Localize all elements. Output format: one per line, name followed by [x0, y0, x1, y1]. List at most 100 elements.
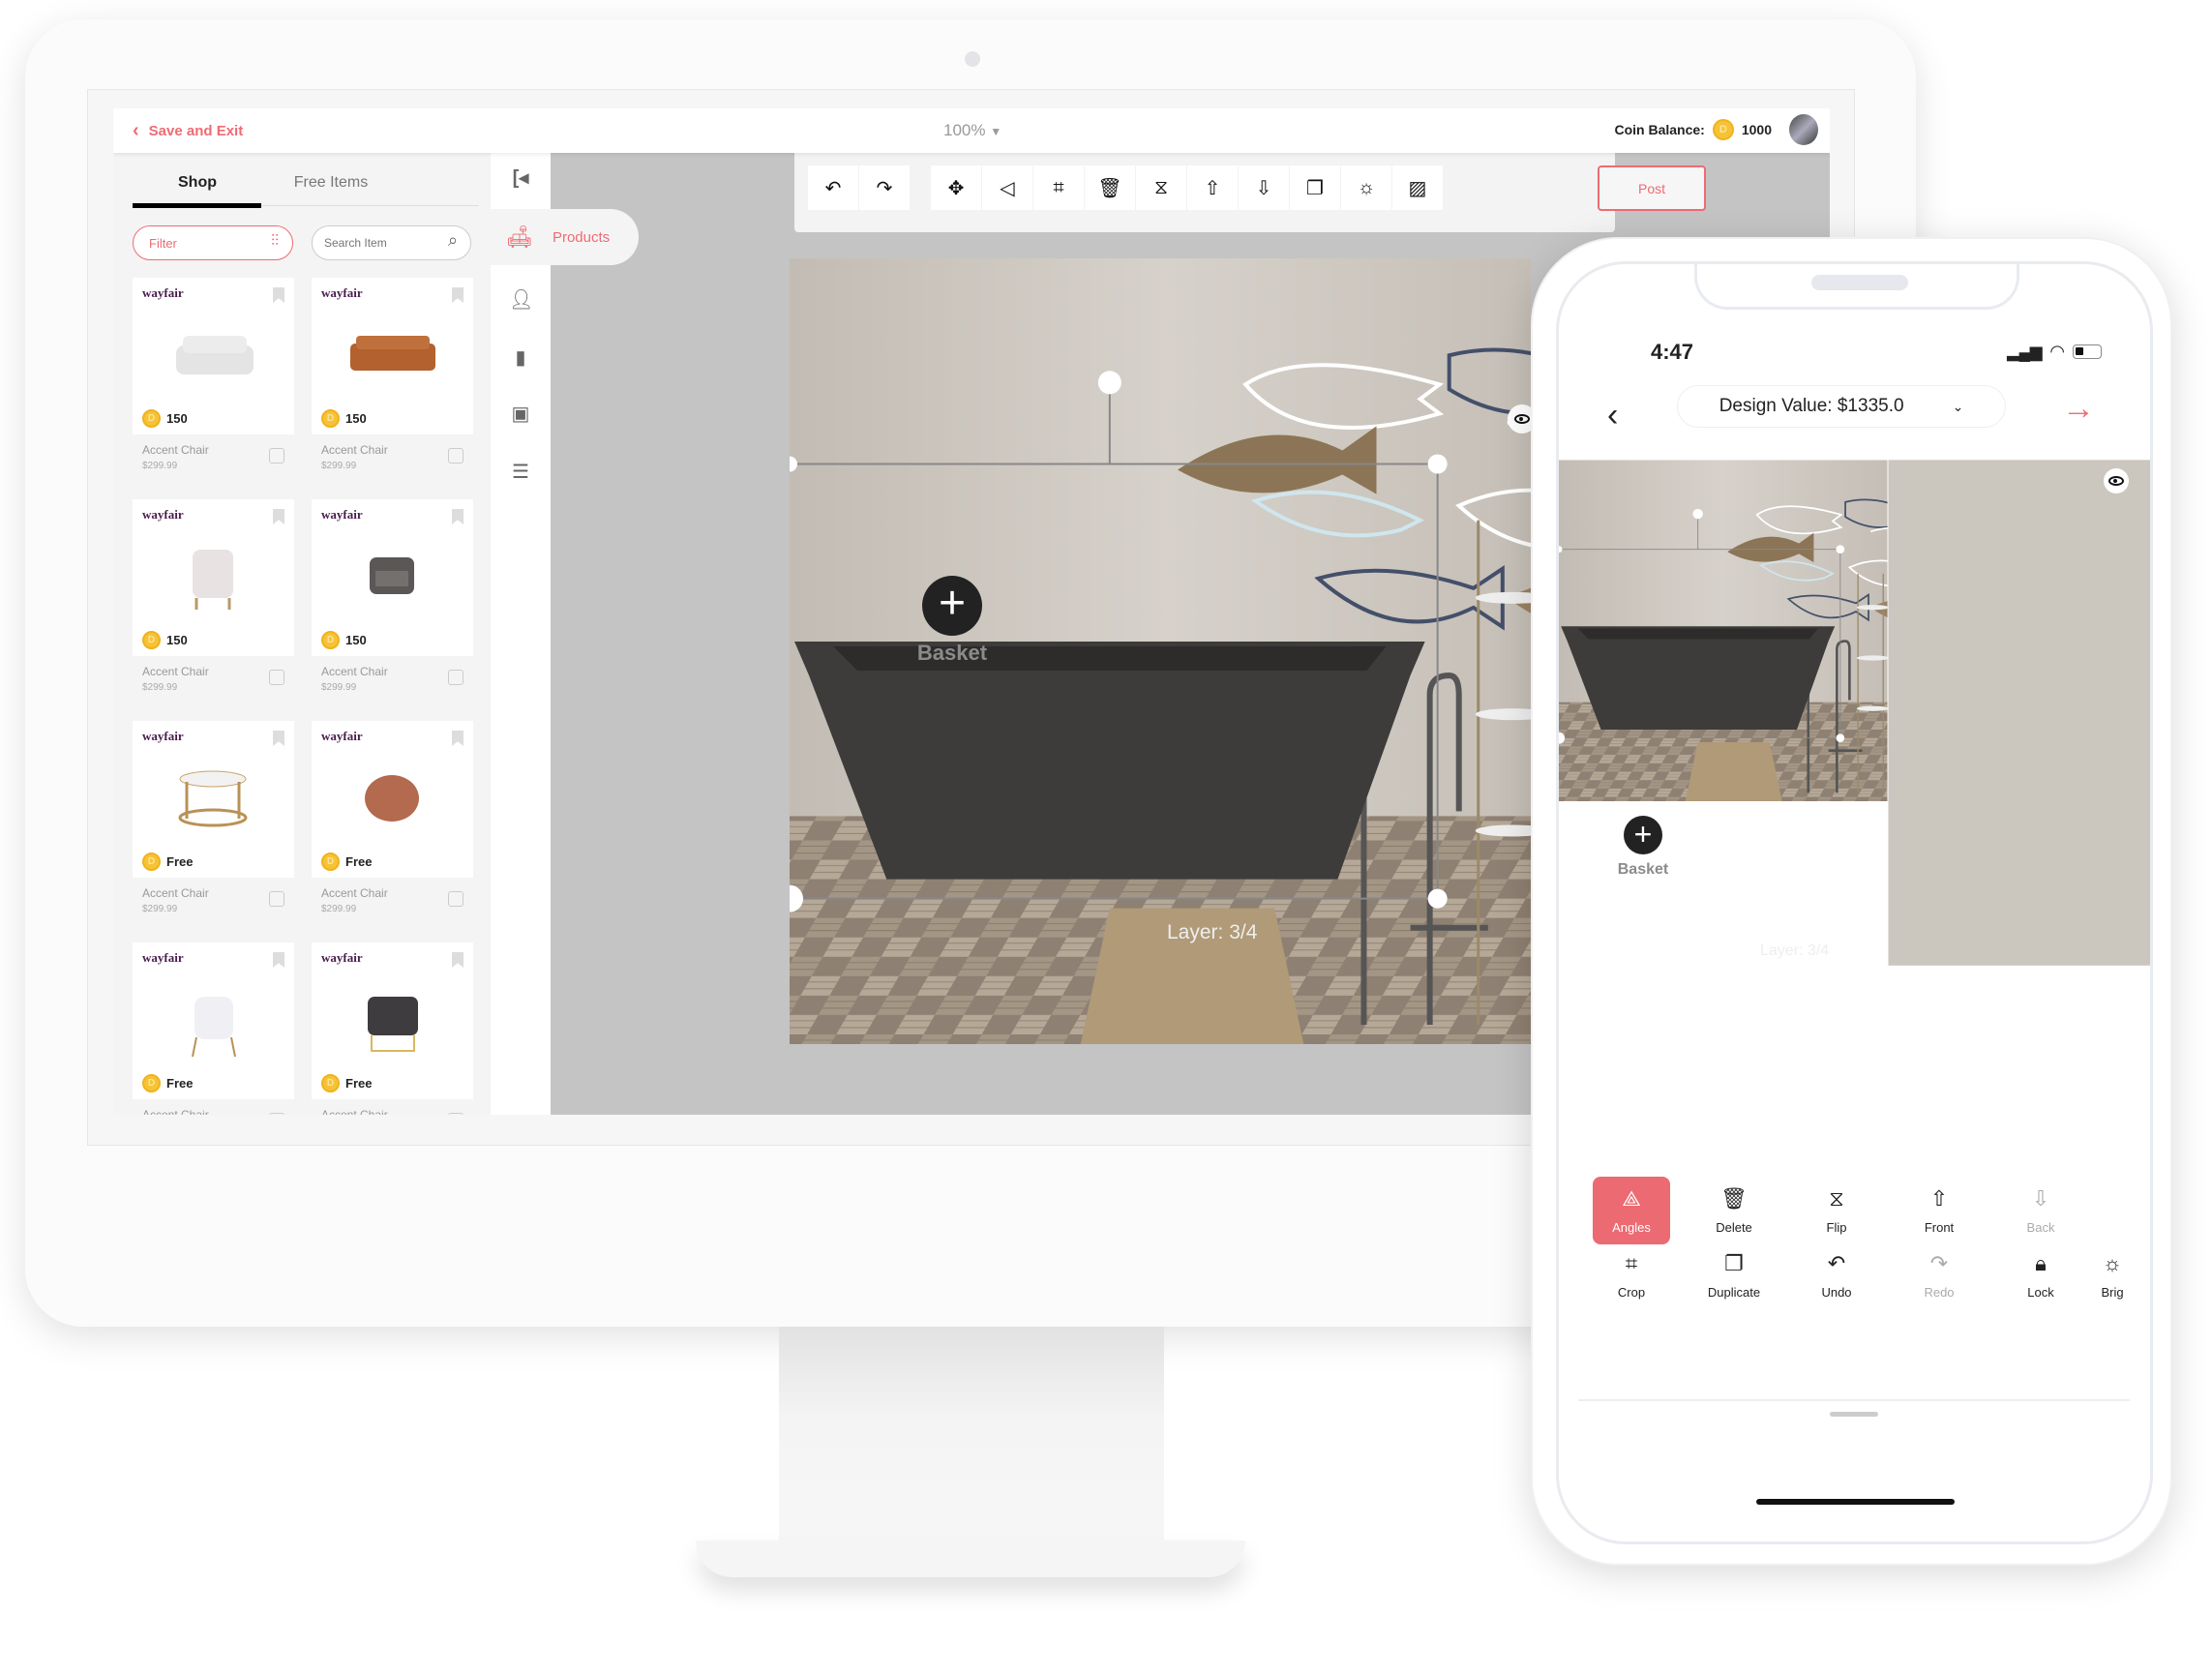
tool-undo[interactable]: ↶ Undo — [1798, 1241, 1875, 1309]
product-name: Accent Chair — [321, 1108, 388, 1115]
layers-icon[interactable]: ☰ — [509, 461, 532, 484]
coin-icon: D — [142, 852, 161, 871]
product-price: $299.99 — [321, 461, 357, 471]
tool-front[interactable]: ⇧ Front — [1900, 1177, 1978, 1244]
product-card[interactable]: wayfair D 150 Accent Chair $299.99 — [133, 499, 294, 703]
add-hotspot-icon[interactable]: + — [922, 576, 982, 636]
bookmark-icon[interactable] — [452, 287, 463, 303]
external-link-icon[interactable] — [269, 891, 284, 907]
product-card[interactable]: wayfair D 150 Accent Chair $299.99 — [312, 499, 473, 703]
design-value-label: Design Value: $1335.0 — [1719, 396, 1904, 416]
armchair-icon: 🛋︎ — [506, 224, 533, 249]
bookmark-icon[interactable] — [273, 509, 284, 524]
product-card[interactable]: wayfair D 150 Accent Chair $299.99 — [312, 278, 473, 482]
collapse-panel-icon[interactable]: [◂ — [509, 166, 532, 190]
external-link-icon[interactable] — [448, 670, 463, 685]
phone-design-canvas[interactable]: + Basket Layer: 3/4 — [1559, 438, 2150, 1032]
redo-icon[interactable]: ↷ — [859, 165, 911, 210]
status-time: 4:47 — [1651, 340, 1694, 364]
coin-price: 150 — [345, 411, 367, 426]
product-card[interactable]: wayfair D Free Accent Chair $299.99 — [133, 721, 294, 925]
phone-eye-icon[interactable] — [2104, 468, 2129, 494]
bring-front-icon[interactable]: ⇧ — [1187, 165, 1239, 210]
phone-add-hotspot-icon[interactable]: + — [1624, 816, 1662, 854]
history-group: ↶ ↷ — [808, 165, 911, 210]
tool-lock[interactable]: 🔒︎ Lock — [2002, 1241, 2079, 1309]
post-button[interactable]: Post — [1598, 165, 1706, 211]
tool-label: Duplicate — [1707, 1284, 1761, 1300]
external-link-icon[interactable] — [269, 670, 284, 685]
drawer-handle[interactable] — [1830, 1412, 1878, 1417]
tool-redo[interactable]: ↷ Redo — [1900, 1241, 1978, 1309]
back-chevron-icon[interactable]: ‹ — [1607, 397, 1618, 434]
sliders-icon: ⫶⫶ — [270, 233, 279, 250]
bookmark-icon[interactable]: ▮ — [509, 346, 532, 370]
magic-wand-icon[interactable]: ▣ — [509, 403, 532, 426]
tool-brig[interactable]: ☼ Brig — [2083, 1241, 2141, 1309]
person-icon[interactable]: 👤︎ — [509, 288, 533, 312]
bookmark-icon[interactable] — [452, 509, 463, 524]
sidebar-item-products[interactable]: 🛋︎ Products — [491, 209, 639, 265]
coin-price: 150 — [345, 633, 367, 647]
save-and-exit-button[interactable]: ‹ Save and Exit — [133, 120, 243, 142]
flip-icon[interactable]: ⧖ — [1136, 165, 1187, 210]
product-card[interactable]: wayfair D Free Accent Chair $299.99 — [133, 942, 294, 1115]
brand-logo: wayfair — [142, 729, 184, 743]
tool-delete[interactable]: 🗑︎ Delete — [1695, 1177, 1773, 1244]
design-canvas[interactable]: + Basket Layer: 3/4 — [790, 258, 1531, 1044]
product-name: Accent Chair — [321, 886, 388, 900]
product-name: Accent Chair — [142, 1108, 209, 1115]
bookmark-icon[interactable] — [273, 287, 284, 303]
tool-crop[interactable]: ⌗ Crop — [1593, 1241, 1670, 1309]
bookmark-icon[interactable] — [452, 952, 463, 968]
tab-shop[interactable]: Shop — [135, 174, 260, 192]
front-icon: ⇧ — [1929, 1185, 1949, 1211]
next-arrow-icon[interactable]: → — [2062, 390, 2095, 428]
bookmark-icon[interactable] — [273, 731, 284, 746]
tool-back[interactable]: ⇩ Back — [2002, 1177, 2079, 1244]
move-icon[interactable]: ✥ — [931, 165, 982, 210]
undo-icon[interactable]: ↶ — [808, 165, 859, 210]
external-link-icon[interactable] — [448, 891, 463, 907]
external-link-icon[interactable] — [448, 448, 463, 464]
caret-down-icon: ▼ — [990, 125, 1002, 138]
product-card[interactable]: wayfair D Free Accent Chair $299.99 — [312, 721, 473, 925]
external-link-icon[interactable] — [269, 1113, 284, 1115]
product-price: $299.99 — [321, 682, 357, 693]
tool-flip[interactable]: ⧖ Flip — [1798, 1177, 1875, 1244]
product-card[interactable]: wayfair D 150 Accent Chair $299.99 — [133, 278, 294, 482]
perspective-icon[interactable]: ◁ — [982, 165, 1033, 210]
send-back-icon[interactable]: ⇩ — [1239, 165, 1290, 210]
product-image — [350, 336, 435, 371]
bookmark-icon[interactable] — [452, 731, 463, 746]
tool-duplicate[interactable]: ❐ Duplicate — [1695, 1241, 1773, 1309]
avatar[interactable] — [1789, 114, 1818, 145]
product-price: $299.99 — [321, 904, 357, 914]
crop-icon[interactable]: ⌗ — [1033, 165, 1085, 210]
product-footer: Accent Chair $299.99 — [133, 878, 294, 925]
product-price: $299.99 — [142, 904, 178, 914]
trash-icon[interactable]: 🗑︎ — [1085, 165, 1136, 210]
tool-label: Flip — [1826, 1219, 1847, 1235]
design-value-dropdown[interactable]: Design Value: $1335.0 ⌄ — [1677, 385, 2006, 428]
tab-free-items[interactable]: Free Items — [268, 174, 394, 192]
editor-toolbar: ↶ ↷ ✥ ◁ ⌗ 🗑︎ ⧖ ⇧ ⇩ ❐ ☼ ▨ Post — [794, 153, 1706, 232]
zoom-dropdown[interactable]: 100% ▼ — [943, 121, 1001, 140]
eye-icon[interactable] — [1508, 404, 1531, 434]
product-price: $299.99 — [142, 461, 178, 471]
brightness-icon[interactable]: ☼ — [1341, 165, 1392, 210]
duplicate-icon[interactable]: ❐ — [1290, 165, 1341, 210]
brand-logo: wayfair — [321, 729, 363, 743]
replace-image-icon[interactable]: ▨ — [1392, 165, 1444, 210]
external-link-icon[interactable] — [448, 1113, 463, 1115]
product-image — [365, 775, 419, 822]
battery-icon — [2073, 344, 2102, 359]
monitor-stand — [779, 1327, 1164, 1554]
external-link-icon[interactable] — [269, 448, 284, 464]
product-card[interactable]: wayfair D Free Accent Chair $299.99 — [312, 942, 473, 1115]
bookmark-icon[interactable] — [273, 952, 284, 968]
product-footer: Accent Chair $299.99 — [312, 878, 473, 925]
tool-angles[interactable]: ⟁ Angles — [1593, 1177, 1670, 1244]
duplicate-icon: ❐ — [1724, 1250, 1744, 1275]
filter-button[interactable]: Filter ⫶⫶ — [133, 225, 293, 260]
